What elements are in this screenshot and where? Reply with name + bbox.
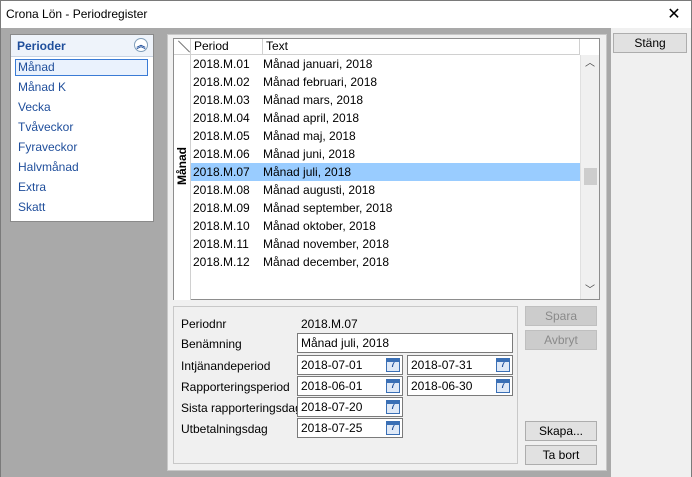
cell-period: 2018.M.10 <box>193 219 250 233</box>
utbetalningsdag-field[interactable]: 2018-07-25 7 <box>297 418 403 438</box>
sidebar-item-halvmanad[interactable]: Halvmånad <box>15 159 148 176</box>
sidebar-item-fyraveckor[interactable]: Fyraveckor <box>15 139 148 156</box>
table-row-selected[interactable]: 2018.M.07 Månad juli, 2018 <box>191 163 580 181</box>
cell-text: Månad april, 2018 <box>263 111 360 125</box>
cell-period: 2018.M.09 <box>193 201 250 215</box>
skapa-button[interactable]: Skapa... <box>525 421 597 441</box>
cell-period: 2018.M.07 <box>193 165 250 179</box>
period-grid: Period Text Månad 2018.M.01 Månad januari… <box>173 38 600 300</box>
intjanande-to-field[interactable]: 2018-07-31 7 <box>407 355 513 375</box>
intjanande-from-value: 2018-07-01 <box>301 358 363 372</box>
benamning-field[interactable]: Månad juli, 2018 <box>297 333 513 353</box>
intjanande-from-field[interactable]: 2018-07-01 7 <box>297 355 403 375</box>
sista-rapporteringsdag-label: Sista rapporteringsdag <box>181 401 302 415</box>
grid-rows: 2018.M.01 Månad januari, 2018 2018.M.02 Må… <box>191 55 580 271</box>
cell-text: Månad oktober, 2018 <box>263 219 376 233</box>
window-title: Crona Lön - Periodregister <box>6 7 148 21</box>
cell-period: 2018.M.12 <box>193 255 250 269</box>
sidebar-item-vecka[interactable]: Vecka <box>15 99 148 116</box>
cell-period: 2018.M.05 <box>193 129 250 143</box>
scroll-up-icon[interactable]: ︿ <box>581 55 599 72</box>
intjanande-label: Intjänandeperiod <box>181 359 271 373</box>
cell-text: Månad juli, 2018 <box>263 165 352 179</box>
column-header-period[interactable]: Period <box>191 39 263 55</box>
benamning-label: Benämning <box>181 337 242 351</box>
periodnr-label: Periodnr <box>181 317 227 331</box>
sidebar-item-extra[interactable]: Extra <box>15 179 148 196</box>
intjanande-to-value: 2018-07-31 <box>411 358 473 372</box>
cell-text: Månad maj, 2018 <box>263 129 356 143</box>
utbetalningsdag-value: 2018-07-25 <box>301 421 363 435</box>
vertical-scrollbar[interactable]: ︿ ﹀ <box>580 55 599 299</box>
sidebar-item-manad[interactable]: Månad <box>15 59 148 76</box>
ta-bort-button[interactable]: Ta bort <box>525 445 597 465</box>
table-row[interactable]: 2018.M.01 Månad januari, 2018 <box>191 55 580 73</box>
calendar-icon[interactable]: 7 <box>386 421 400 435</box>
cell-text: Månad februari, 2018 <box>263 75 378 89</box>
cell-period: 2018.M.08 <box>193 183 250 197</box>
cell-period: 2018.M.02 <box>193 75 250 89</box>
scroll-thumb[interactable] <box>584 168 597 185</box>
cell-period: 2018.M.06 <box>193 147 250 161</box>
table-row[interactable]: 2018.M.05 Månad maj, 2018 <box>191 127 580 145</box>
cell-text: Månad september, 2018 <box>263 201 393 215</box>
sidebar-item-skatt[interactable]: Skatt <box>15 199 148 216</box>
utbetalningsdag-label: Utbetalningsdag <box>181 422 268 436</box>
periods-list: Månad Månad K Vecka Tvåveckor Fyraveckor… <box>11 59 153 219</box>
table-row[interactable]: 2018.M.06 Månad juni, 2018 <box>191 145 580 163</box>
periods-header: Perioder ︽ <box>11 35 153 57</box>
table-row[interactable]: 2018.M.10 Månad oktober, 2018 <box>191 217 580 235</box>
period-details-form: Periodnr 2018.M.07 Benämning Månad juli,… <box>173 306 518 464</box>
cell-text: Månad mars, 2018 <box>263 93 364 107</box>
grid-corner <box>174 39 191 55</box>
table-row[interactable]: 2018.M.02 Månad februari, 2018 <box>191 73 580 91</box>
double-chevron-up-icon[interactable]: ︽ <box>134 38 148 52</box>
calendar-icon[interactable]: 7 <box>386 400 400 414</box>
sista-rapporteringsdag-field[interactable]: 2018-07-20 7 <box>297 397 403 417</box>
table-row[interactable]: 2018.M.11 Månad november, 2018 <box>191 235 580 253</box>
table-row[interactable]: 2018.M.03 Månad mars, 2018 <box>191 91 580 109</box>
periods-panel: Perioder ︽ Månad Månad K Vecka Tvåveckor… <box>10 34 154 222</box>
cell-period: 2018.M.03 <box>193 93 250 107</box>
periods-header-label: Perioder <box>17 39 66 53</box>
sidebar-item-tvaveckor[interactable]: Tvåveckor <box>15 119 148 136</box>
table-row[interactable]: 2018.M.12 Månad december, 2018 <box>191 253 580 271</box>
sidebar-item-manad-k[interactable]: Månad K <box>15 79 148 96</box>
rapportering-from-field[interactable]: 2018-06-01 7 <box>297 376 403 396</box>
title-bar: Crona Lön - Periodregister ✕ <box>1 1 691 28</box>
calendar-icon[interactable]: 7 <box>386 358 400 372</box>
calendar-icon[interactable]: 7 <box>496 379 510 393</box>
table-row[interactable]: 2018.M.08 Månad augusti, 2018 <box>191 181 580 199</box>
calendar-icon[interactable]: 7 <box>386 379 400 393</box>
cell-text: Månad augusti, 2018 <box>263 183 376 197</box>
spara-button[interactable]: Spara <box>525 306 597 326</box>
cell-period: 2018.M.01 <box>193 57 250 71</box>
sista-rapporteringsdag-value: 2018-07-20 <box>301 400 363 414</box>
scroll-down-icon[interactable]: ﹀ <box>581 282 599 299</box>
periodnr-value: 2018.M.07 <box>301 317 358 331</box>
cell-text: Månad november, 2018 <box>263 237 390 251</box>
vertical-tab-manad[interactable]: Månad <box>174 55 191 300</box>
cell-period: 2018.M.11 <box>193 237 249 251</box>
rapportering-to-value: 2018-06-30 <box>411 379 473 393</box>
table-row[interactable]: 2018.M.09 Månad september, 2018 <box>191 199 580 217</box>
stang-button[interactable]: Stäng <box>613 33 687 53</box>
left-pane: Perioder ︽ Månad Månad K Vecka Tvåveckor… <box>1 28 162 477</box>
cell-text: Månad juni, 2018 <box>263 147 356 161</box>
cell-text: Månad januari, 2018 <box>263 57 373 71</box>
vertical-tab-label: Månad <box>175 147 189 186</box>
table-row[interactable]: 2018.M.04 Månad april, 2018 <box>191 109 580 127</box>
rapportering-label: Rapporteringsperiod <box>181 380 290 394</box>
rapportering-from-value: 2018-06-01 <box>301 379 363 393</box>
right-strip <box>611 28 691 477</box>
cell-text: Månad december, 2018 <box>263 255 390 269</box>
column-header-text[interactable]: Text <box>263 39 580 55</box>
calendar-icon[interactable]: 7 <box>496 358 510 372</box>
rapportering-to-field[interactable]: 2018-06-30 7 <box>407 376 513 396</box>
close-icon[interactable]: ✕ <box>657 1 691 28</box>
cell-period: 2018.M.04 <box>193 111 250 125</box>
avbryt-button[interactable]: Avbryt <box>525 330 597 350</box>
app-window: Crona Lön - Periodregister ✕ Perioder ︽ … <box>0 0 692 477</box>
